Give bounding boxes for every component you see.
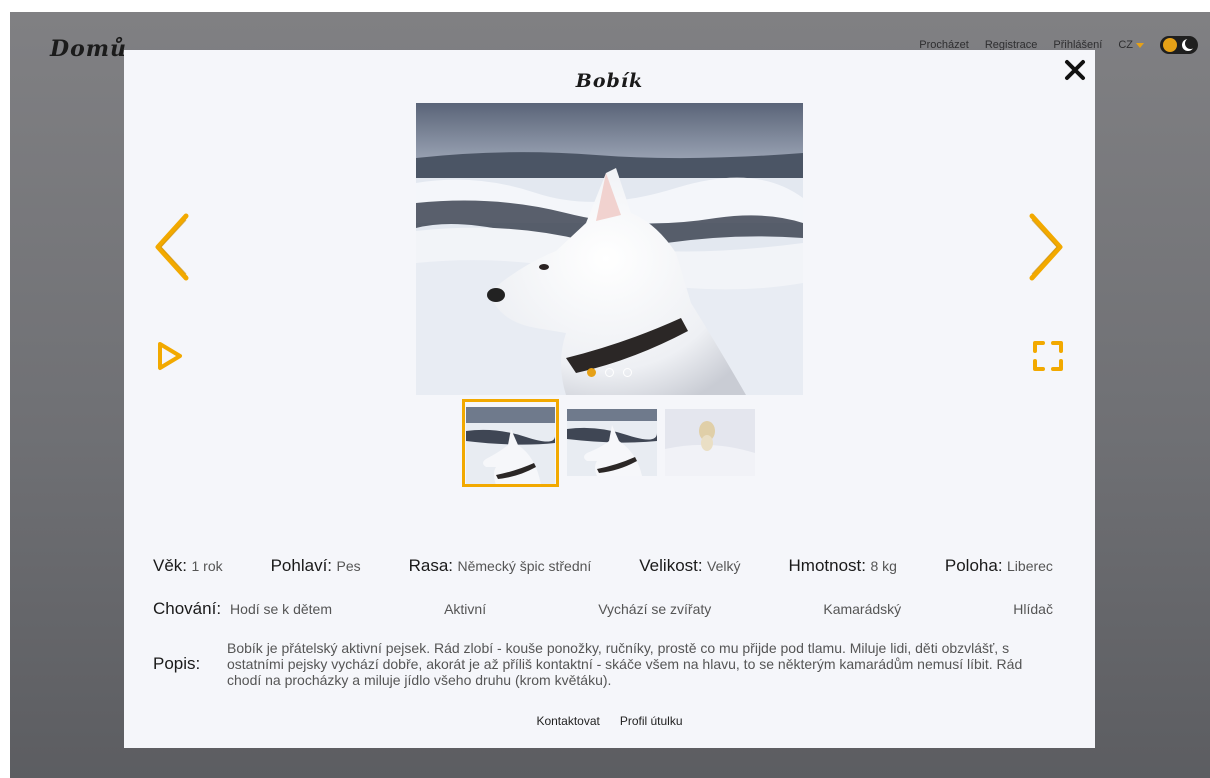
thumbnail-3[interactable]: [665, 409, 755, 476]
attribute-breed: Rasa: Německý špic střední: [408, 556, 592, 575]
pet-attributes: Věk: 1 rok Pohlaví: Pes Rasa: Německý šp…: [153, 556, 1053, 576]
fullscreen-icon[interactable]: [1032, 340, 1064, 372]
photo-dot-1[interactable]: [587, 368, 596, 377]
photo-thumbnails: [462, 399, 755, 487]
attribute-sex: Pohlaví: Pes: [270, 556, 361, 575]
photo-dots: [416, 368, 803, 377]
play-icon[interactable]: [156, 340, 184, 372]
modal-actions: Kontaktovat Profil útulku: [124, 714, 1095, 728]
theme-toggle[interactable]: [1160, 36, 1198, 54]
main-photo[interactable]: [416, 103, 803, 395]
pet-description: Popis: Bobík je přátelský aktivní pejsek…: [153, 640, 1073, 688]
language-selector[interactable]: CZ: [1118, 39, 1144, 51]
behaviour-list: Hodí se k dětem Aktivní Vychází se zvířa…: [230, 601, 1053, 617]
attribute-weight: Hmotnost: 8 kg: [788, 556, 897, 575]
caret-down-icon: [1136, 42, 1144, 48]
pet-name-title: Bobík: [575, 70, 644, 92]
chevron-right-icon[interactable]: [1026, 212, 1066, 282]
behaviour-item: Hodí se k dětem: [230, 601, 332, 617]
moon-icon: [1182, 38, 1196, 51]
description-label: Popis:: [153, 654, 201, 673]
shelter-profile-link[interactable]: Profil útulku: [620, 714, 683, 728]
behaviour-item: Kamarádský: [823, 601, 902, 617]
toggle-knob: [1163, 38, 1177, 52]
chevron-left-icon[interactable]: [152, 212, 192, 282]
attribute-size: Velikost: Velký: [639, 556, 741, 575]
pet-detail-modal: Bobík Věk: 1 rok Pohlaví: Pes Rasa: Něme…: [124, 50, 1095, 748]
contact-link[interactable]: Kontaktovat: [536, 714, 599, 728]
thumbnail-1[interactable]: [462, 399, 559, 487]
description-text: Bobík je přátelský aktivní pejsek. Rád z…: [227, 640, 1023, 688]
photo-dot-2[interactable]: [605, 368, 614, 377]
behaviour-item: Vychází se zvířaty: [598, 601, 712, 617]
dog-photo: [416, 103, 803, 395]
pet-behaviour: Chování: Hodí se k dětem Aktivní Vychází…: [153, 599, 1053, 619]
behaviour-item: Aktivní: [444, 601, 487, 617]
behaviour-label: Chování:: [153, 599, 222, 618]
photo-dot-3[interactable]: [623, 368, 632, 377]
close-icon[interactable]: [1063, 58, 1087, 82]
attribute-age: Věk: 1 rok: [153, 556, 223, 575]
language-label: CZ: [1118, 39, 1133, 51]
attribute-location: Poloha: Liberec: [944, 556, 1053, 575]
site-logo[interactable]: Domů: [50, 36, 127, 62]
thumbnail-2[interactable]: [567, 409, 657, 476]
behaviour-item: Hlídač: [1013, 601, 1053, 617]
